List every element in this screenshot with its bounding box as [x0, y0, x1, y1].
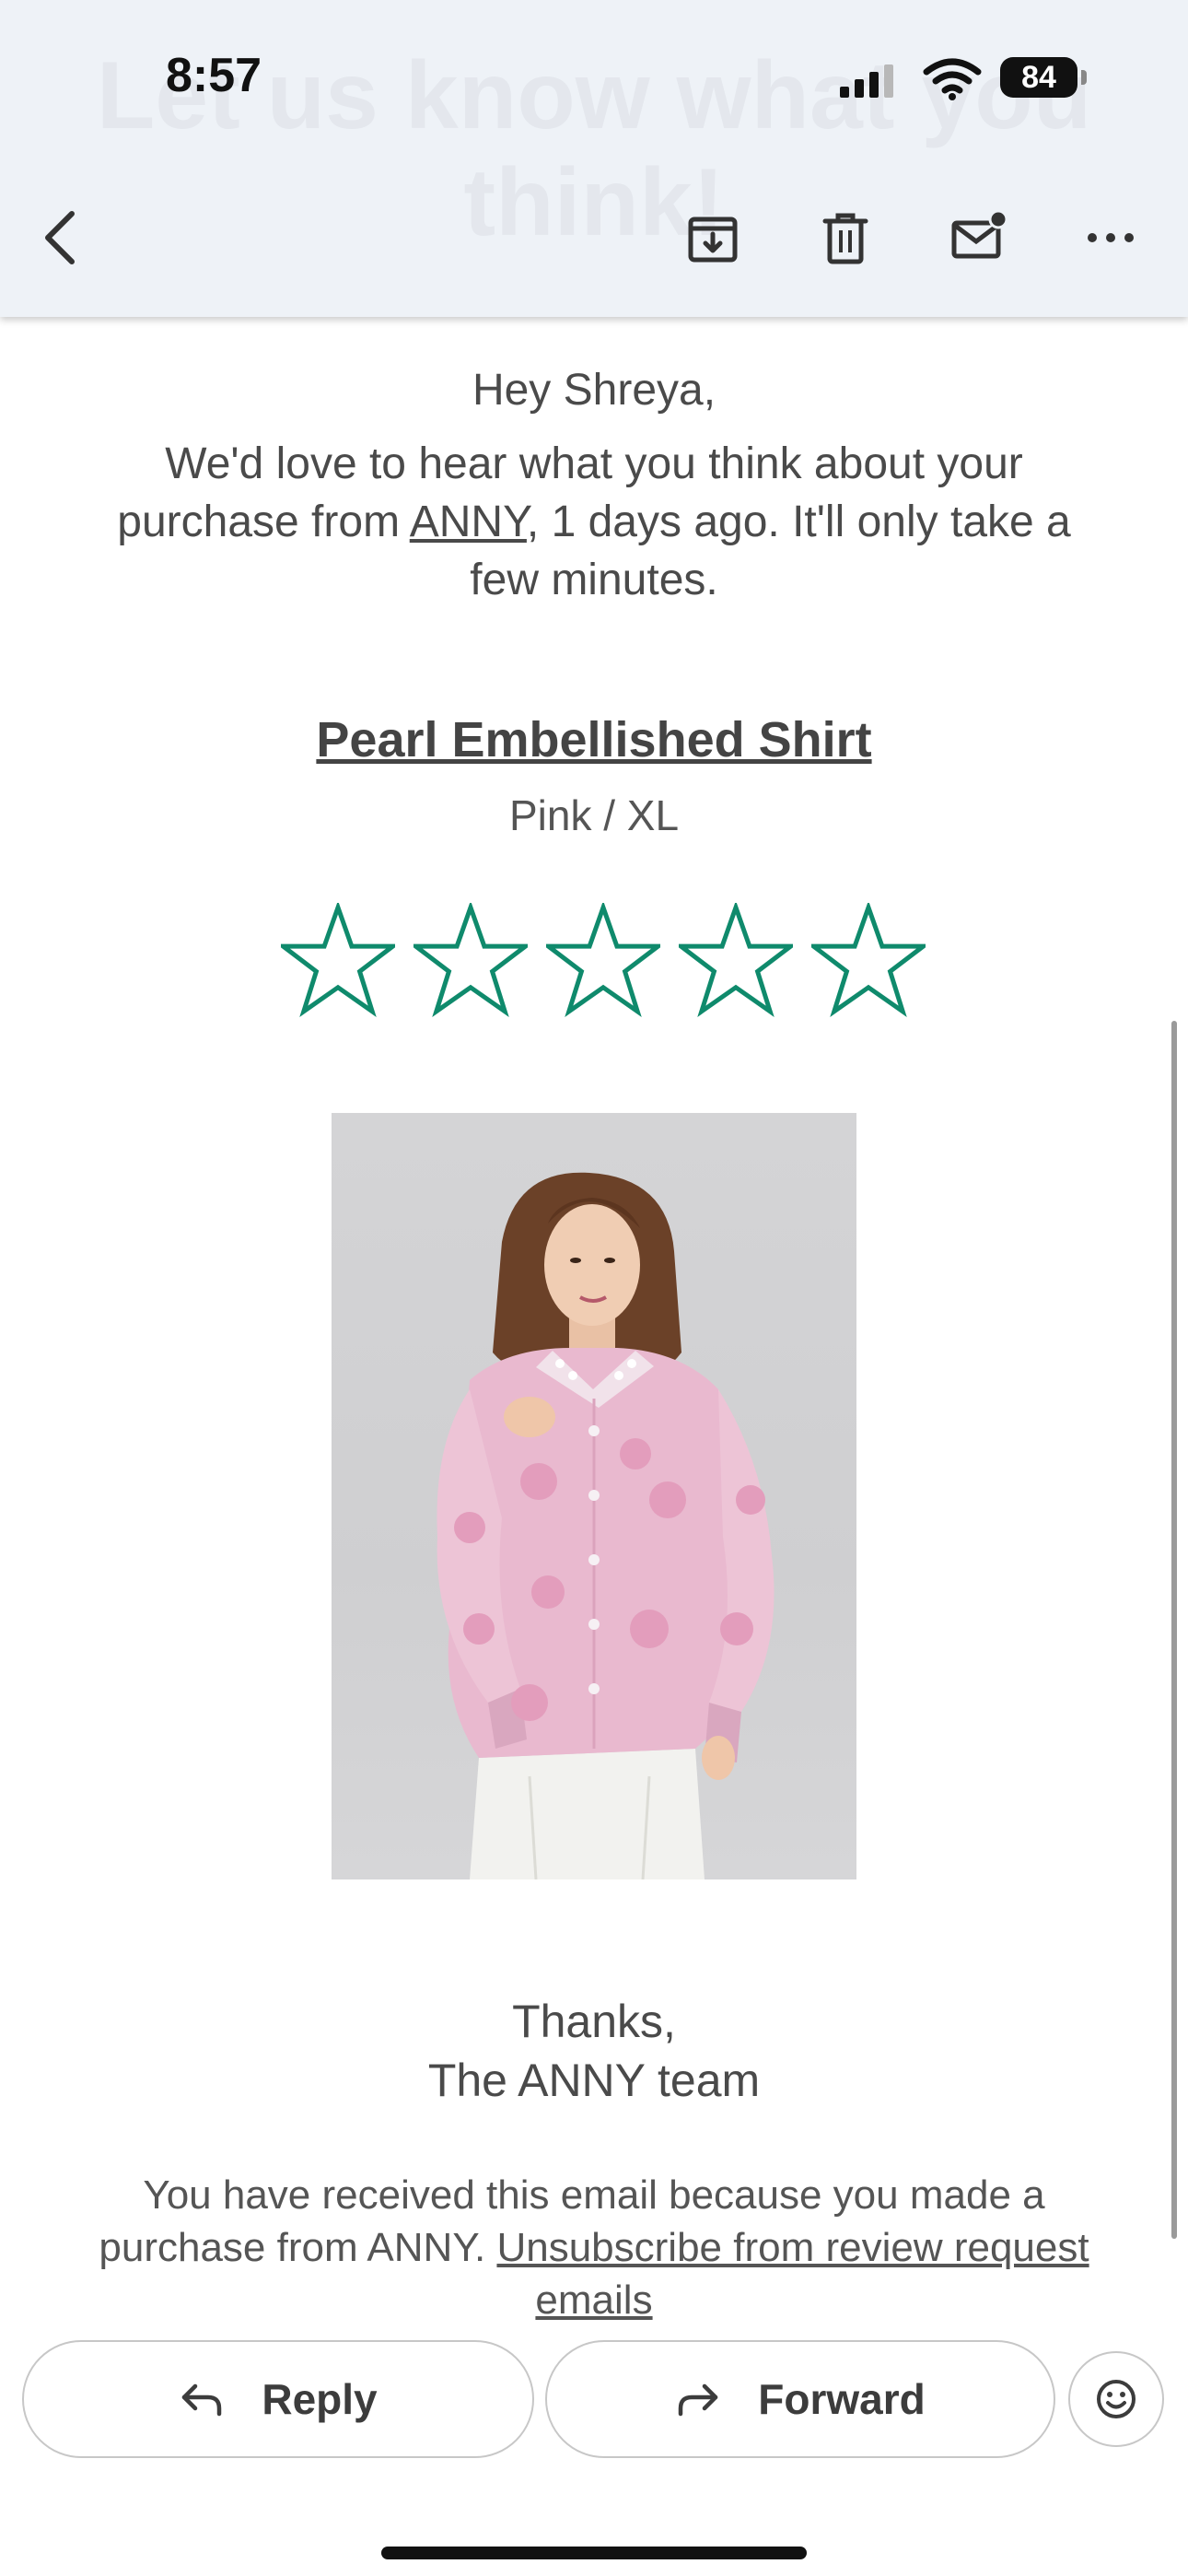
- intro-text-end: , 1 days ago. It'll only take a few minu…: [470, 498, 1071, 604]
- signoff: Thanks, The ANNY team: [0, 1992, 1188, 2110]
- reply-label: Reply: [262, 2375, 378, 2423]
- battery-indicator: 84: [1000, 57, 1087, 98]
- reply-button[interactable]: Reply: [22, 2340, 534, 2458]
- star-1-icon[interactable]: [281, 903, 395, 1017]
- star-4-icon[interactable]: [679, 903, 793, 1017]
- email-top-bar: Let us know what you think! 8:57 84: [0, 0, 1188, 317]
- emoji-reaction-button[interactable]: [1068, 2351, 1164, 2447]
- delete-trash-icon[interactable]: [816, 208, 875, 267]
- mark-unread-icon[interactable]: [949, 208, 1007, 267]
- product-image[interactable]: [332, 1113, 856, 1879]
- back-chevron-icon[interactable]: [33, 208, 92, 267]
- intro-paragraph: We'd love to hear what you think about y…: [83, 435, 1105, 609]
- status-time: 8:57: [166, 49, 262, 102]
- footer-note: You have received this email because you…: [64, 2169, 1124, 2327]
- scrollbar[interactable]: [1171, 1021, 1177, 2239]
- smiley-icon: [1097, 2380, 1136, 2418]
- archive-icon[interactable]: [683, 208, 742, 267]
- cellular-signal-icon: [840, 64, 893, 98]
- product-name-link[interactable]: Pearl Embellished Shirt: [0, 711, 1188, 768]
- bottom-action-bar: Reply Forward: [0, 2325, 1188, 2576]
- forward-label: Forward: [758, 2375, 926, 2423]
- forward-arrow-icon: [679, 2383, 718, 2417]
- unsubscribe-link[interactable]: Unsubscribe from review request emails: [496, 2225, 1089, 2323]
- star-5-icon[interactable]: [811, 903, 926, 1017]
- product-variant: Pink / XL: [508, 791, 680, 839]
- more-options-icon[interactable]: [1081, 208, 1140, 267]
- status-icons: 84: [838, 55, 1087, 103]
- signoff-thanks: Thanks,: [512, 1996, 676, 2047]
- reply-arrow-icon: [182, 2383, 222, 2417]
- wifi-icon: [923, 58, 982, 100]
- star-2-icon[interactable]: [413, 903, 528, 1017]
- brand-link[interactable]: ANNY: [410, 498, 527, 546]
- star-3-icon[interactable]: [546, 903, 660, 1017]
- greeting: Hey Shreya,: [472, 366, 716, 415]
- home-indicator[interactable]: [381, 2547, 807, 2559]
- product-photo-illustration: [437, 1172, 775, 1879]
- star-rating: [281, 903, 926, 1017]
- signoff-team: The ANNY team: [427, 2055, 761, 2106]
- forward-button[interactable]: Forward: [545, 2340, 1055, 2458]
